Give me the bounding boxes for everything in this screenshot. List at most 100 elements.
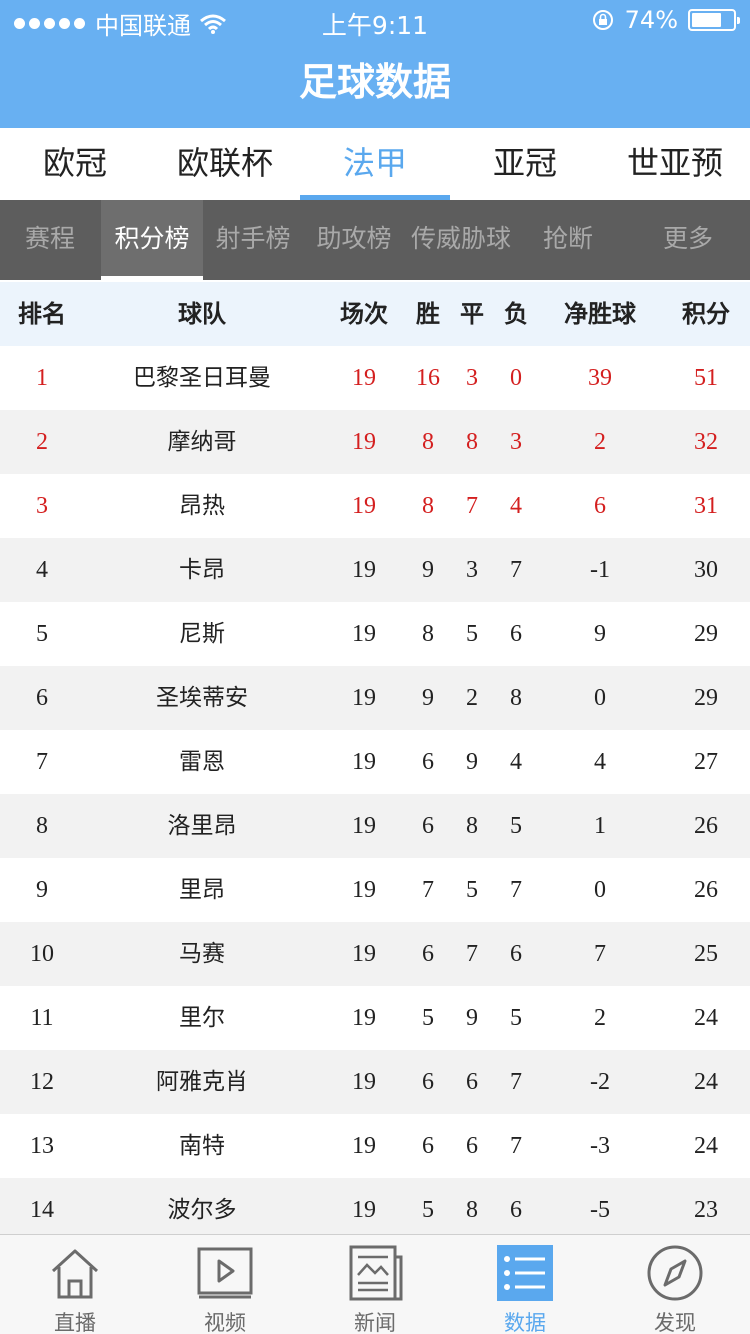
cell-loss: 8 — [510, 685, 522, 711]
nav-data[interactable]: 数据 — [450, 1235, 600, 1334]
table-row[interactable]: 4 卡昂 19 9 3 7 -1 30 — [0, 538, 750, 602]
standings-header: 排名 球队 场次 胜 平 负 净胜球 积分 — [0, 282, 750, 346]
battery-fill — [692, 13, 721, 27]
nav-discover-label: 发现 — [654, 1311, 696, 1334]
cell-rank: 14 — [30, 1197, 54, 1223]
cell-draw: 3 — [466, 365, 478, 391]
tab-key-passes[interactable]: 传威胁球 — [405, 200, 517, 280]
tab-tackles[interactable]: 抢断 — [517, 200, 619, 280]
cell-played: 19 — [352, 365, 376, 391]
table-row[interactable]: 6 圣埃蒂安 19 9 2 8 0 29 — [0, 666, 750, 730]
tab-top-scorers[interactable]: 射手榜 — [203, 200, 303, 280]
tab-league-uel[interactable]: 欧联杯 — [150, 128, 300, 200]
cell-win: 8 — [422, 429, 434, 455]
nav-news-label: 新闻 — [354, 1311, 396, 1334]
stats-sub-tabs: 赛程 积分榜 射手榜 助攻榜 传威胁球 抢断 更多 — [0, 200, 750, 280]
nav-video-label: 视频 — [204, 1311, 246, 1334]
cell-team: 尼斯 — [179, 621, 225, 647]
cell-played: 19 — [352, 1069, 376, 1095]
cell-goal-difference: -5 — [590, 1197, 610, 1223]
cell-team: 里尔 — [179, 1005, 225, 1031]
cell-played: 19 — [352, 557, 376, 583]
cell-goal-difference: 2 — [594, 1005, 606, 1031]
cell-loss: 0 — [510, 365, 522, 391]
tab-standings[interactable]: 积分榜 — [101, 200, 203, 280]
cell-goal-difference: -3 — [590, 1133, 610, 1159]
cell-rank: 5 — [36, 621, 48, 647]
cell-points: 30 — [694, 557, 718, 583]
tab-league-acl[interactable]: 亚冠 — [450, 128, 600, 200]
cell-draw: 7 — [466, 493, 478, 519]
cell-rank: 12 — [30, 1069, 54, 1095]
house-icon — [51, 1249, 99, 1299]
cell-points: 31 — [694, 493, 718, 519]
cell-team: 雷恩 — [179, 749, 225, 775]
tab-league-wcq-asia[interactable]: 世亚预 — [600, 128, 750, 200]
header-loss: 负 — [504, 300, 528, 328]
tab-more[interactable]: 更多 — [626, 200, 750, 280]
cell-win: 9 — [422, 557, 434, 583]
header-goal-difference: 净胜球 — [564, 300, 636, 328]
table-row[interactable]: 7 雷恩 19 6 9 4 4 27 — [0, 730, 750, 794]
cell-played: 19 — [352, 941, 376, 967]
cell-rank: 3 — [36, 493, 48, 519]
cell-draw: 8 — [466, 1197, 478, 1223]
cell-points: 26 — [694, 813, 718, 839]
tab-assists[interactable]: 助攻榜 — [303, 200, 405, 280]
table-row[interactable]: 9 里昂 19 7 5 7 0 26 — [0, 858, 750, 922]
cell-rank: 2 — [36, 429, 48, 455]
cell-draw: 8 — [466, 429, 478, 455]
nav-discover[interactable]: 发现 — [600, 1235, 750, 1334]
cell-goal-difference: 6 — [594, 493, 606, 519]
cell-win: 7 — [422, 877, 434, 903]
cell-goal-difference: 0 — [594, 877, 606, 903]
cell-draw: 2 — [466, 685, 478, 711]
cell-points: 32 — [694, 429, 718, 455]
nav-video[interactable]: 视频 — [150, 1235, 300, 1334]
cell-points: 24 — [694, 1005, 718, 1031]
cell-points: 29 — [694, 685, 718, 711]
table-row[interactable]: 11 里尔 19 5 9 5 2 24 — [0, 986, 750, 1050]
bottom-tab-bar: 直播 视频 新闻 数据 发现 — [0, 1234, 750, 1334]
table-row[interactable]: 2 摩纳哥 19 8 8 3 2 32 — [0, 410, 750, 474]
header-win: 胜 — [416, 300, 440, 328]
table-row[interactable]: 3 昂热 19 8 7 4 6 31 — [0, 474, 750, 538]
standings-table: 1 巴黎圣日耳曼 19 16 3 0 39 51 2 摩纳哥 19 8 8 3 … — [0, 346, 750, 1234]
header-draw: 平 — [460, 300, 484, 328]
table-row[interactable]: 5 尼斯 19 8 5 6 9 29 — [0, 602, 750, 666]
cell-played: 19 — [352, 685, 376, 711]
cell-goal-difference: 9 — [594, 621, 606, 647]
table-row[interactable]: 13 南特 19 6 6 7 -3 24 — [0, 1114, 750, 1178]
table-row[interactable]: 8 洛里昂 19 6 8 5 1 26 — [0, 794, 750, 858]
cell-points: 26 — [694, 877, 718, 903]
nav-news[interactable]: 新闻 — [300, 1235, 450, 1334]
cell-draw: 6 — [466, 1069, 478, 1095]
table-row[interactable]: 12 阿雅克肖 19 6 6 7 -2 24 — [0, 1050, 750, 1114]
cell-draw: 5 — [466, 877, 478, 903]
cell-played: 19 — [352, 1005, 376, 1031]
cell-goal-difference: -2 — [590, 1069, 610, 1095]
cell-team: 圣埃蒂安 — [156, 685, 248, 711]
cell-loss: 3 — [510, 429, 522, 455]
cell-loss: 7 — [510, 877, 522, 903]
cell-points: 23 — [694, 1197, 718, 1223]
rotation-lock-icon — [592, 10, 613, 30]
table-row[interactable]: 14 波尔多 19 5 8 6 -5 23 — [0, 1178, 750, 1234]
cell-points: 24 — [694, 1069, 718, 1095]
tab-schedule[interactable]: 赛程 — [0, 200, 100, 280]
nav-live-label: 直播 — [54, 1311, 96, 1334]
cell-team: 南特 — [179, 1133, 225, 1159]
tab-league-ligue1[interactable]: 法甲 — [300, 128, 450, 200]
table-row[interactable]: 10 马赛 19 6 7 6 7 25 — [0, 922, 750, 986]
cell-goal-difference: 7 — [594, 941, 606, 967]
league-tabs: 欧冠 欧联杯 法甲 亚冠 世亚预 — [0, 128, 750, 200]
cell-played: 19 — [352, 1197, 376, 1223]
cell-rank: 4 — [36, 557, 48, 583]
table-row[interactable]: 1 巴黎圣日耳曼 19 16 3 0 39 51 — [0, 346, 750, 410]
tab-league-ucl[interactable]: 欧冠 — [0, 128, 150, 200]
cell-points: 51 — [694, 365, 718, 391]
cell-played: 19 — [352, 1133, 376, 1159]
cell-rank: 10 — [30, 941, 54, 967]
cell-points: 24 — [694, 1133, 718, 1159]
nav-live[interactable]: 直播 — [0, 1235, 150, 1334]
